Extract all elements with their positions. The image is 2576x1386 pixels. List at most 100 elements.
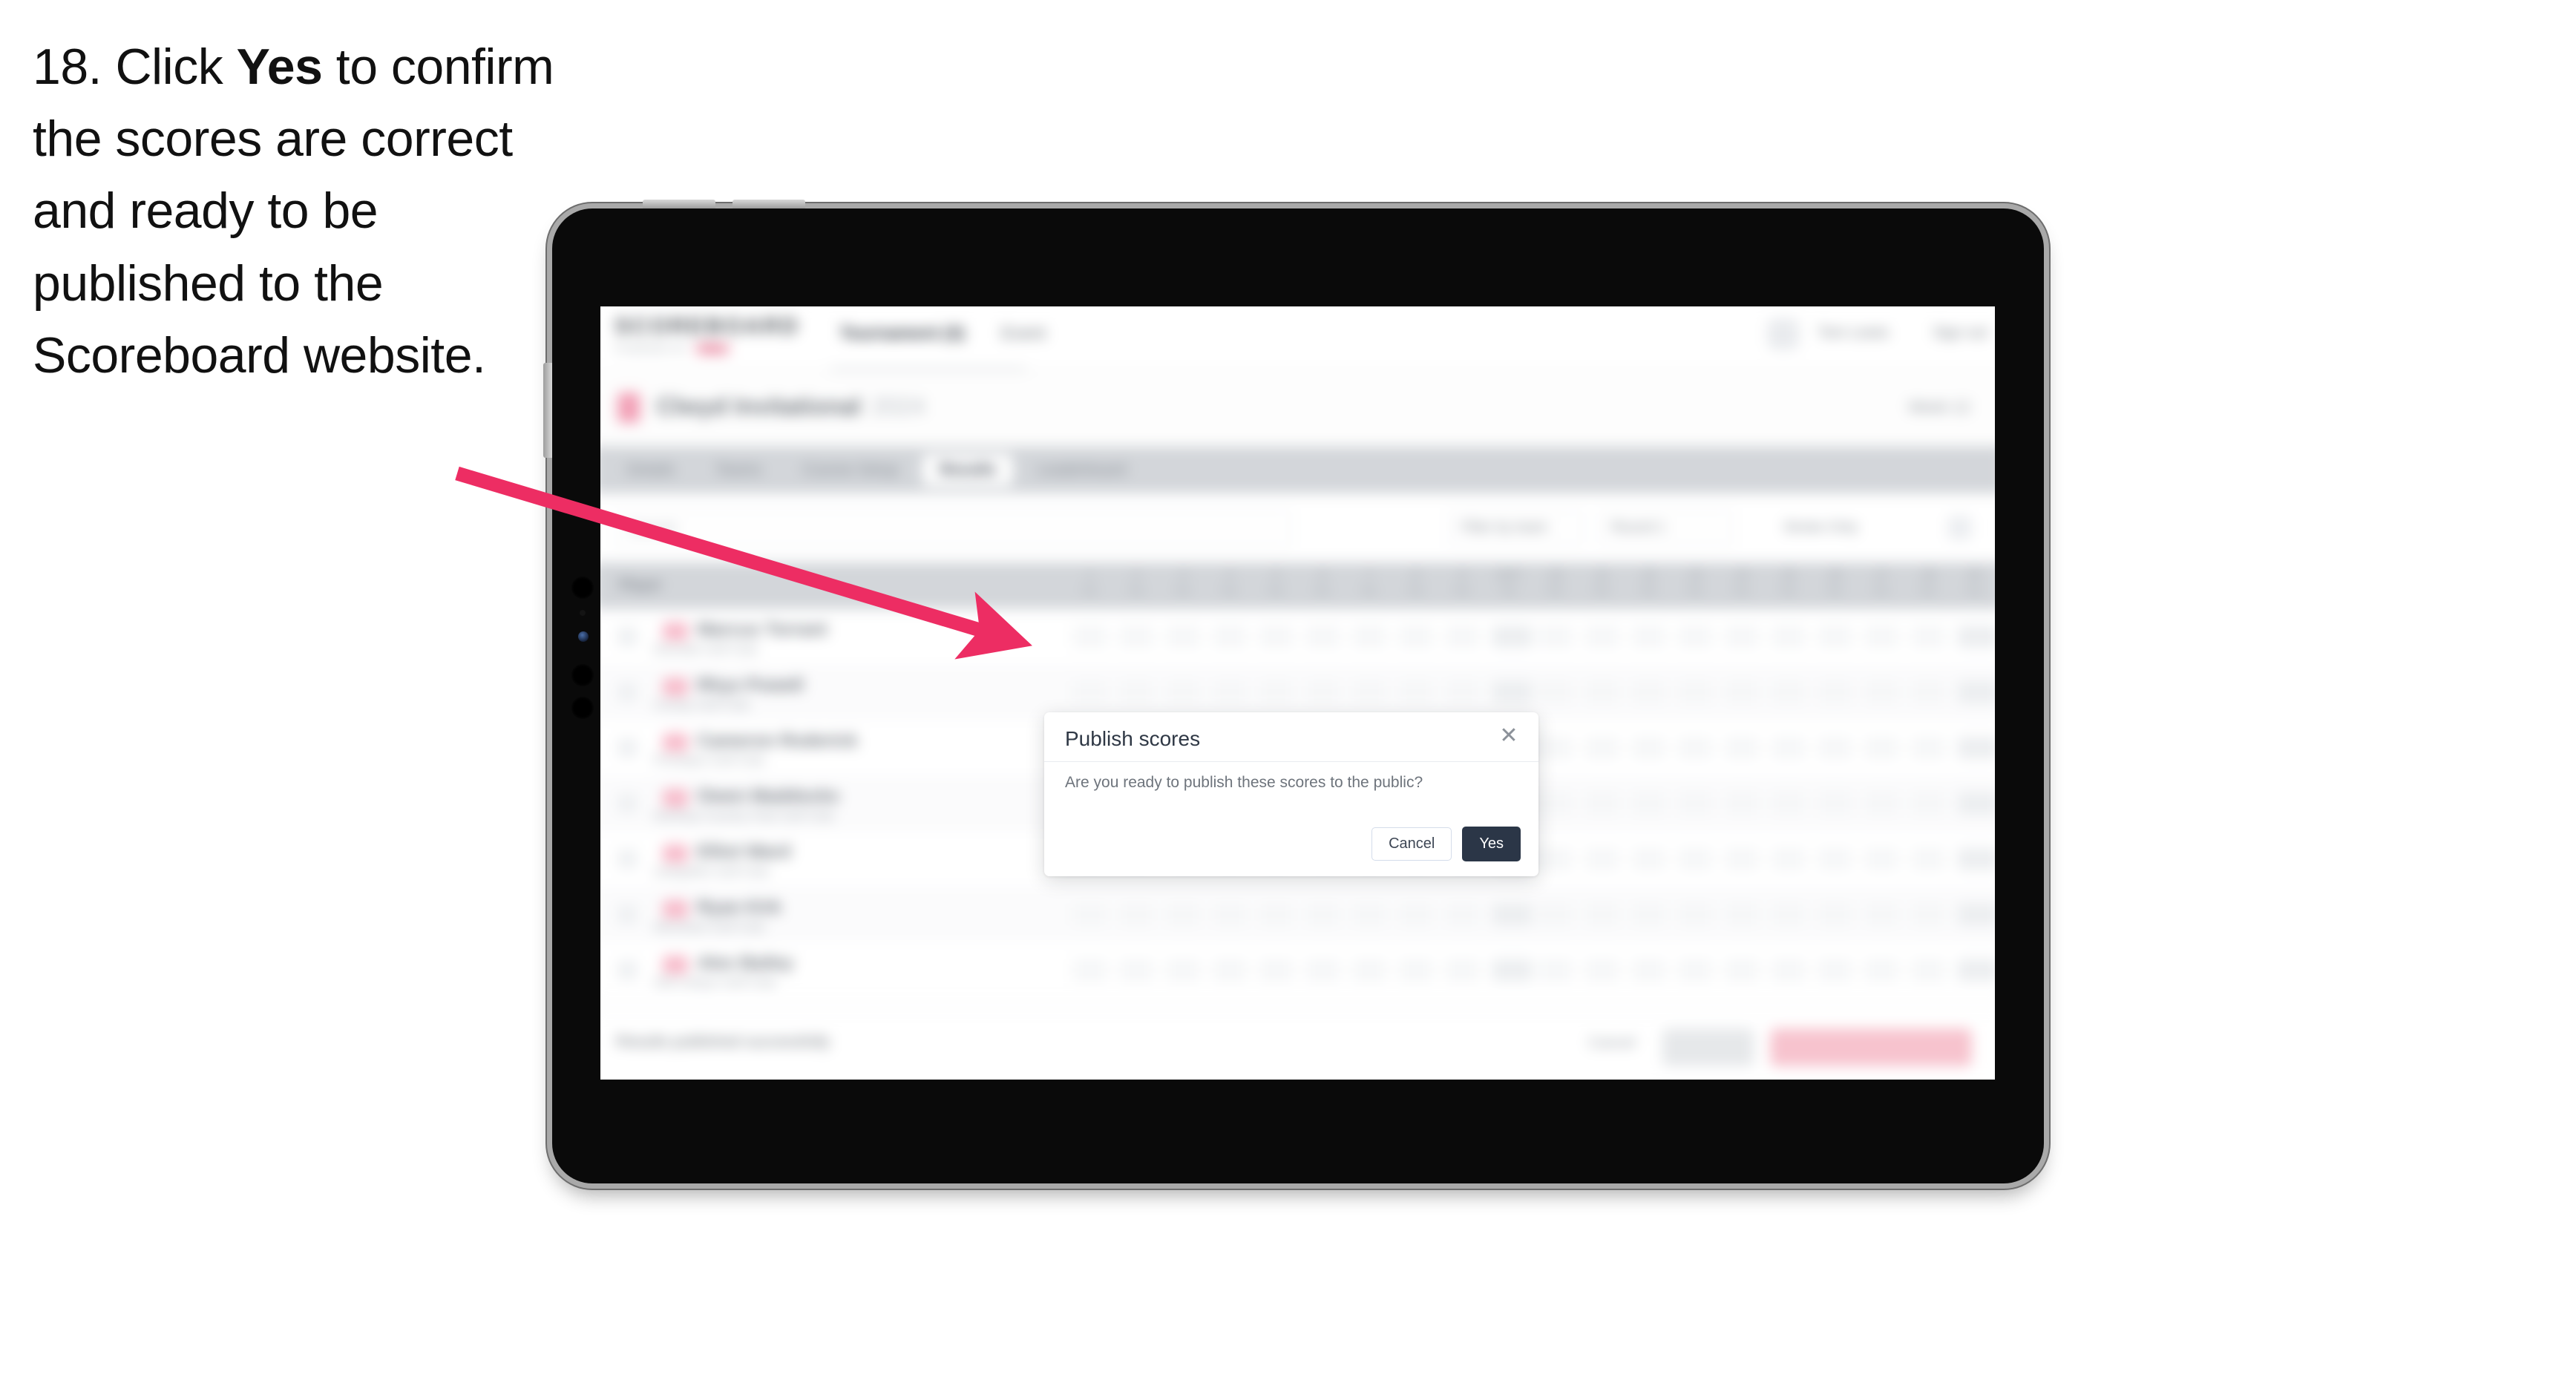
score-cell[interactable]: [1165, 959, 1201, 982]
score-cell[interactable]: [1119, 625, 1154, 648]
score-cell[interactable]: [1584, 792, 1620, 815]
score-cell[interactable]: [1864, 736, 1899, 760]
score-cell[interactable]: [1910, 847, 1946, 870]
row-checkbox[interactable]: [617, 904, 638, 924]
score-cell[interactable]: [1864, 847, 1899, 870]
score-cell[interactable]: [1771, 959, 1806, 982]
score-cell[interactable]: [1631, 903, 1666, 926]
footer-publish-button[interactable]: [1770, 1028, 1972, 1066]
score-cell[interactable]: [1678, 792, 1713, 815]
score-cell[interactable]: [1957, 903, 1995, 926]
score-cell[interactable]: [1631, 847, 1666, 870]
cancel-button[interactable]: Cancel: [1371, 827, 1452, 861]
score-cell[interactable]: [1910, 736, 1946, 760]
score-cell[interactable]: [1957, 959, 1995, 982]
score-cell[interactable]: [1212, 680, 1248, 704]
score-cell[interactable]: [1631, 959, 1666, 982]
score-cell[interactable]: [1910, 959, 1946, 982]
score-cell[interactable]: [1584, 625, 1620, 648]
row-checkbox[interactable]: [617, 960, 638, 980]
score-cell[interactable]: [1724, 625, 1760, 648]
avatar[interactable]: [1767, 318, 1800, 350]
score-cell[interactable]: [1398, 903, 1434, 926]
score-cell[interactable]: [1398, 625, 1434, 648]
score-cell[interactable]: [1724, 736, 1760, 760]
score-cell[interactable]: [1072, 625, 1107, 648]
score-cell[interactable]: [1445, 903, 1480, 926]
topnav-item-tournament[interactable]: Tournament (3): [840, 323, 965, 343]
score-cell[interactable]: [1957, 625, 1995, 648]
score-cell[interactable]: [1492, 903, 1533, 926]
score-cell[interactable]: [1351, 625, 1387, 648]
score-cell[interactable]: [1818, 959, 1852, 982]
score-cell[interactable]: [1584, 736, 1620, 760]
volume-up-button[interactable]: [643, 200, 715, 208]
score-cell[interactable]: [1910, 625, 1946, 648]
score-cell[interactable]: [1305, 903, 1340, 926]
score-cell[interactable]: [1678, 903, 1713, 926]
close-icon[interactable]: ✕: [1494, 721, 1524, 751]
score-cell[interactable]: [1305, 959, 1340, 982]
score-cell[interactable]: [1351, 903, 1387, 926]
score-cell[interactable]: [1492, 680, 1533, 704]
score-cell[interactable]: [1259, 625, 1294, 648]
score-cell[interactable]: [1864, 680, 1899, 704]
topnav-item-event[interactable]: Event: [1001, 323, 1046, 343]
row-checkbox[interactable]: [617, 849, 638, 869]
score-cell[interactable]: [1631, 736, 1666, 760]
table-row[interactable]: Alex Bailey Old Colwyn Golf Club: [600, 942, 1995, 999]
footer-cancel-link[interactable]: Cancel: [1588, 1034, 1635, 1051]
score-cell[interactable]: [1584, 847, 1620, 870]
score-cell[interactable]: [1492, 959, 1533, 982]
score-cell[interactable]: [1445, 680, 1480, 704]
score-cell[interactable]: [1445, 625, 1480, 648]
tab-teams[interactable]: Teams: [699, 454, 779, 486]
score-cell[interactable]: [1259, 903, 1294, 926]
score-cell[interactable]: [1818, 736, 1852, 760]
score-cell[interactable]: [1259, 680, 1294, 704]
score-cell[interactable]: [1584, 959, 1620, 982]
score-cell[interactable]: [1678, 736, 1713, 760]
score-cell[interactable]: [1724, 847, 1760, 870]
score-cell[interactable]: [1678, 847, 1713, 870]
score-cell[interactable]: [1864, 792, 1899, 815]
score-cell[interactable]: [1957, 736, 1995, 760]
yes-button[interactable]: Yes: [1462, 827, 1521, 861]
score-cell[interactable]: [1771, 680, 1806, 704]
score-cell[interactable]: [1165, 680, 1201, 704]
sign-out-link[interactable]: Sign out: [1933, 324, 1987, 341]
score-cell[interactable]: [1538, 847, 1573, 870]
score-cell[interactable]: [1351, 680, 1387, 704]
score-cell[interactable]: [1771, 792, 1806, 815]
score-cell[interactable]: [1818, 903, 1852, 926]
score-cell[interactable]: [1631, 792, 1666, 815]
row-checkbox[interactable]: [617, 682, 638, 703]
row-checkbox[interactable]: [617, 793, 638, 813]
score-cell[interactable]: [1818, 680, 1852, 704]
score-cell[interactable]: [1072, 680, 1107, 704]
score-cell[interactable]: [1538, 959, 1573, 982]
score-cell[interactable]: [1910, 792, 1946, 815]
score-cell[interactable]: [1864, 625, 1899, 648]
score-cell[interactable]: [1305, 680, 1340, 704]
row-checkbox[interactable]: [617, 738, 638, 758]
score-cell[interactable]: [1724, 680, 1760, 704]
score-cell[interactable]: [1538, 792, 1573, 815]
score-cell[interactable]: [1771, 625, 1806, 648]
score-cell[interactable]: [1212, 959, 1248, 982]
score-cell[interactable]: [1212, 903, 1248, 926]
score-cell[interactable]: [1818, 625, 1852, 648]
row-checkbox[interactable]: [617, 626, 638, 647]
score-cell[interactable]: [1678, 625, 1713, 648]
score-cell[interactable]: [1072, 903, 1107, 926]
power-button[interactable]: [543, 363, 552, 458]
search-input[interactable]: Search: [614, 510, 1292, 548]
score-cell[interactable]: [1259, 959, 1294, 982]
score-cell[interactable]: [1957, 680, 1995, 704]
score-cell[interactable]: [1771, 903, 1806, 926]
score-cell[interactable]: [1165, 625, 1201, 648]
score-cell[interactable]: [1119, 959, 1154, 982]
score-cell[interactable]: [1864, 903, 1899, 926]
table-row[interactable]: Ryan Kirk Wrexham Golf Club: [600, 887, 1995, 943]
score-cell[interactable]: [1119, 903, 1154, 926]
